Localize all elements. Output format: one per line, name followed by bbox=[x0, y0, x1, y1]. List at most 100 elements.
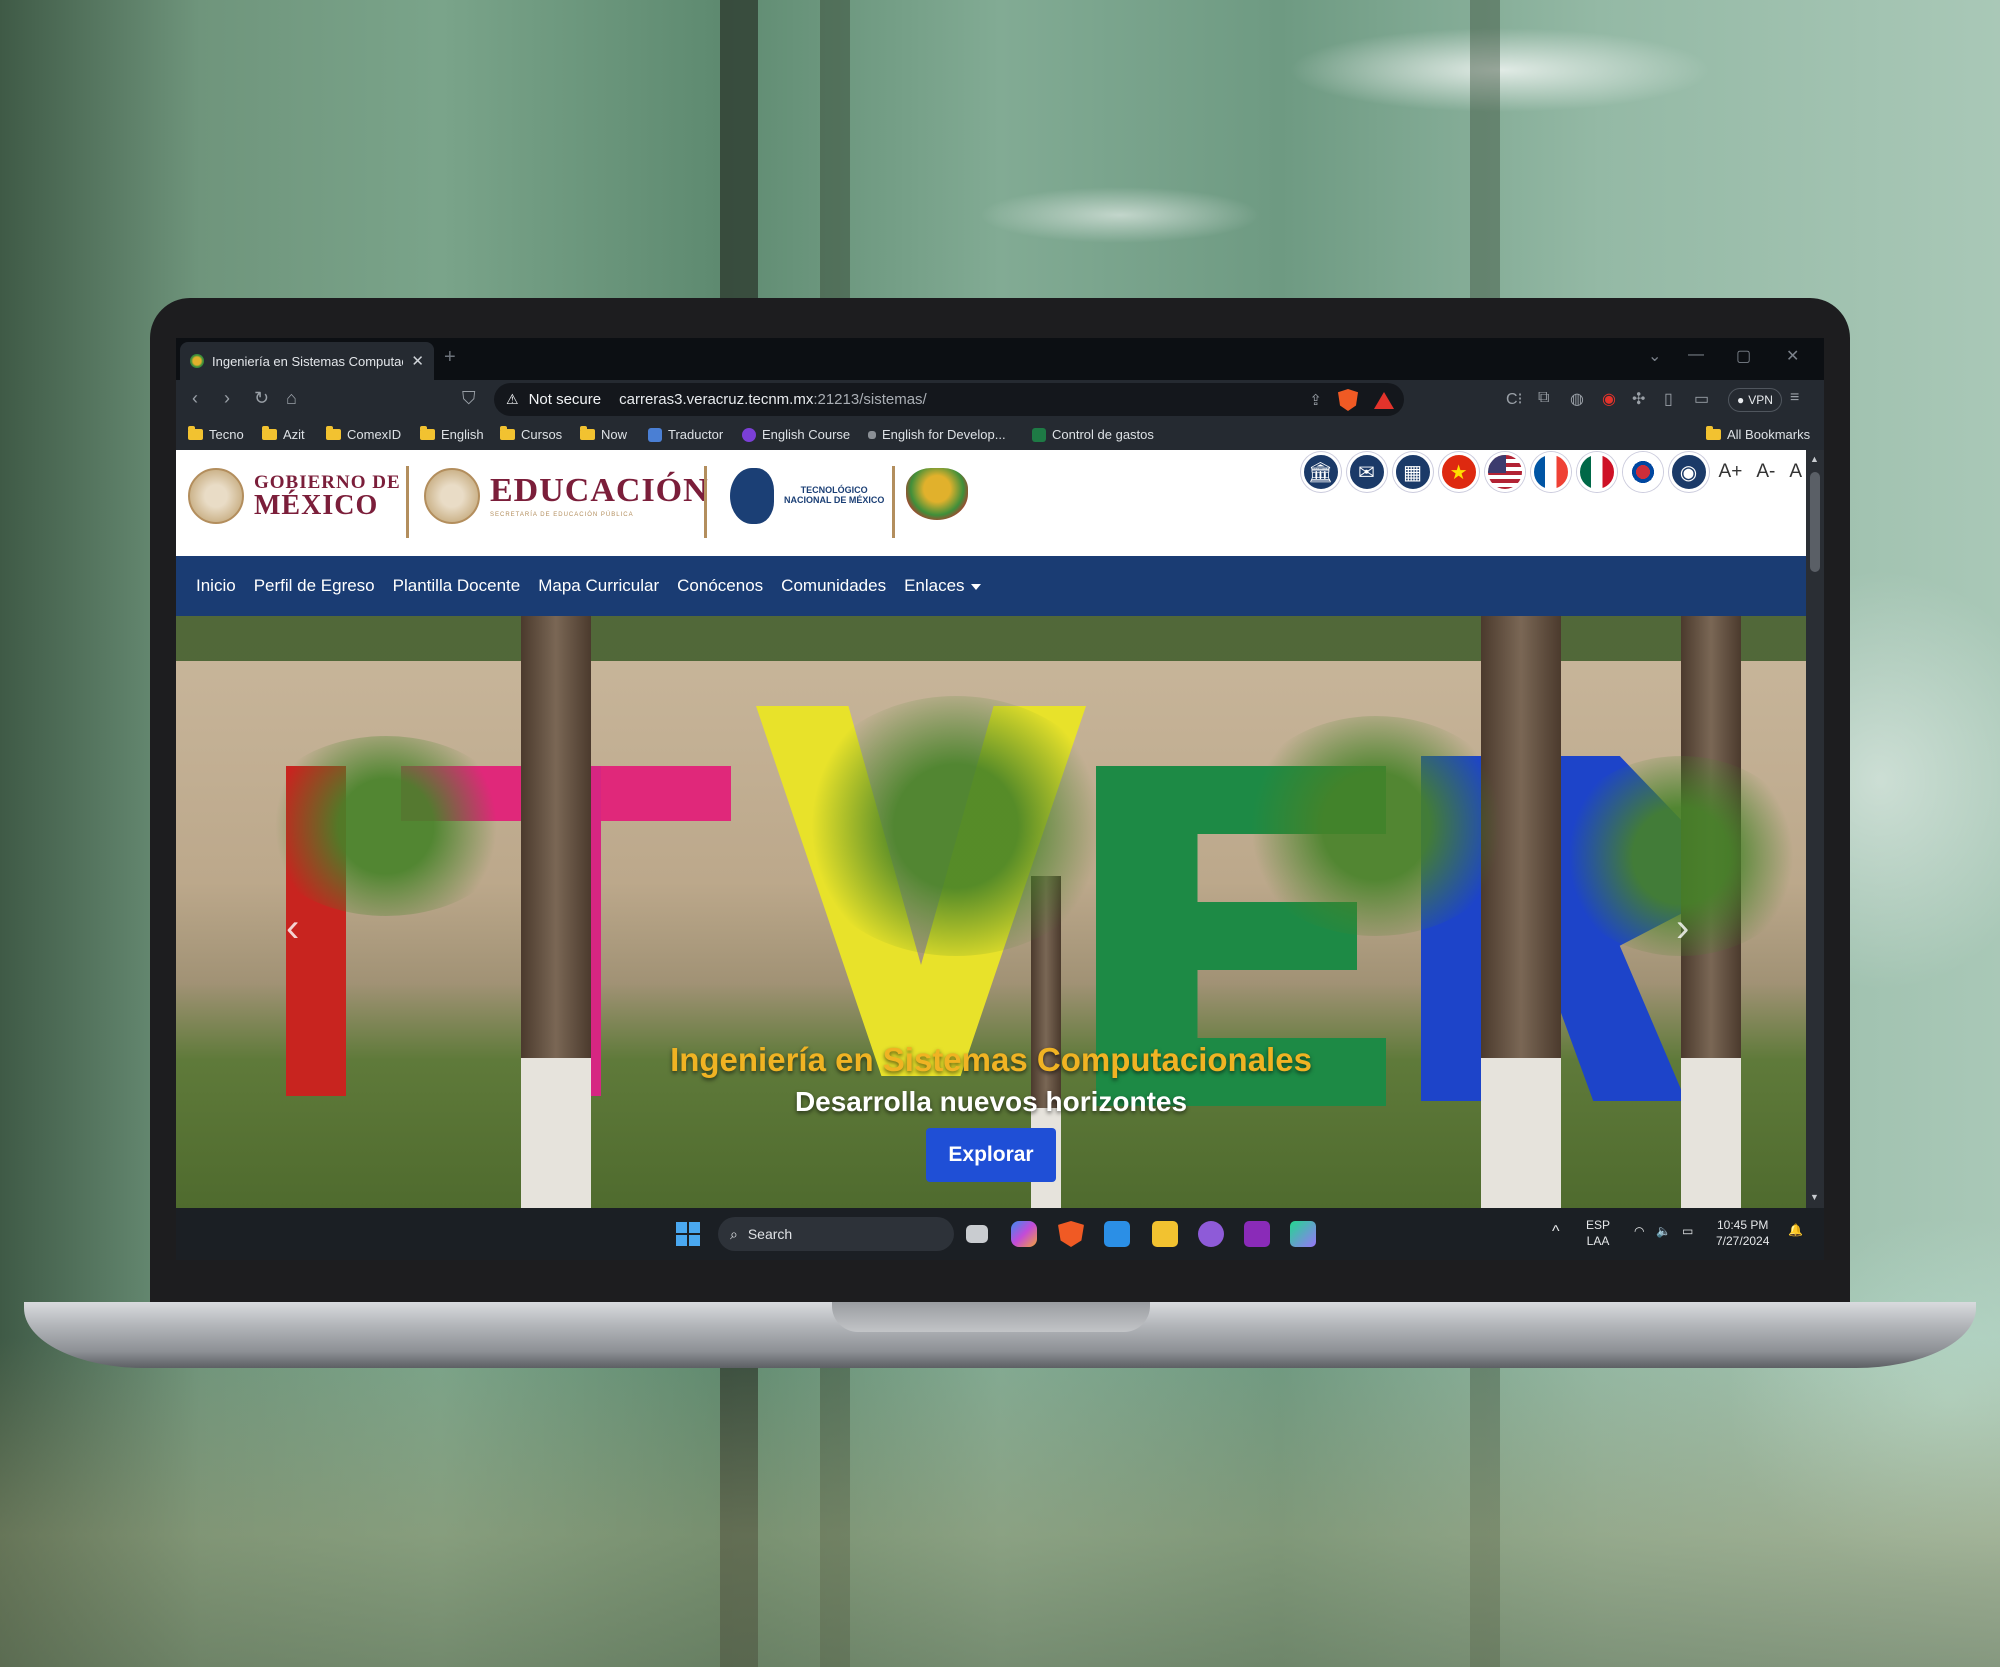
minimize-icon[interactable]: — bbox=[1688, 346, 1704, 364]
educacion-logo[interactable]: EDUCACIÓN SECRETARÍA DE EDUCACIÓN PÚBLIC… bbox=[424, 468, 709, 524]
record-extension-icon[interactable]: ◉ bbox=[1602, 389, 1616, 409]
bookmark-item[interactable]: English bbox=[420, 426, 484, 442]
extension-icon[interactable]: C⁝ bbox=[1506, 389, 1523, 409]
bookmark-item[interactable]: English Course bbox=[742, 427, 850, 442]
educacion-title: EDUCACIÓN bbox=[490, 472, 709, 509]
new-tab-icon[interactable]: + bbox=[444, 346, 456, 369]
notification-bell-icon[interactable]: 🔔 bbox=[1788, 1223, 1803, 1239]
wallet-icon[interactable]: ▭ bbox=[1694, 389, 1709, 409]
close-tab-icon[interactable]: ✕ bbox=[411, 352, 424, 370]
scrollbar-thumb[interactable] bbox=[1810, 472, 1820, 572]
maximize-icon[interactable]: ▢ bbox=[1736, 346, 1751, 366]
hero-title: Ingeniería en Sistemas Computacionales bbox=[670, 1041, 1312, 1078]
battery-icon[interactable]: ▭ bbox=[1682, 1224, 1693, 1240]
back-icon[interactable]: ‹ bbox=[192, 388, 198, 409]
laptop-notch bbox=[832, 1302, 1150, 1332]
clock[interactable]: 10:45 PM 7/27/2024 bbox=[1716, 1218, 1769, 1249]
brave-rewards-icon[interactable] bbox=[1374, 391, 1394, 409]
page-scrollbar[interactable]: ▲ ▼ bbox=[1806, 450, 1824, 1208]
accessibility-eye-icon[interactable]: ◉ bbox=[1668, 452, 1709, 492]
all-bookmarks[interactable]: All Bookmarks bbox=[1706, 426, 1810, 442]
bookmark-label: Traductor bbox=[668, 427, 724, 442]
mail-icon[interactable]: ✉ bbox=[1346, 452, 1387, 492]
wifi-icon[interactable]: ◠ bbox=[1634, 1224, 1644, 1240]
korea-flag-icon[interactable] bbox=[1622, 452, 1663, 492]
france-flag-icon[interactable] bbox=[1530, 452, 1571, 492]
bookmark-item[interactable]: Now bbox=[580, 426, 627, 442]
scroll-up-icon[interactable]: ▲ bbox=[1810, 454, 1819, 464]
bookmark-item[interactable]: ComexID bbox=[326, 426, 401, 442]
educacion-subtitle: SECRETARÍA DE EDUCACIÓN PÚBLICA bbox=[490, 512, 634, 518]
brave-shields-icon[interactable] bbox=[1338, 389, 1358, 411]
gobierno-text: GOBIERNO DE MÉXICO bbox=[254, 473, 401, 520]
font-decrease-button[interactable]: A- bbox=[1752, 461, 1779, 483]
scroll-down-icon[interactable]: ▼ bbox=[1810, 1192, 1819, 1202]
sidebar-icon[interactable]: ▯ bbox=[1664, 389, 1673, 409]
folder-icon bbox=[420, 426, 435, 440]
explorar-button[interactable]: Explorar bbox=[926, 1128, 1056, 1182]
translate-extension-icon[interactable]: ⧉ bbox=[1538, 389, 1549, 407]
folder-icon bbox=[188, 426, 203, 440]
font-reset-button[interactable]: A bbox=[1785, 461, 1806, 483]
itver-logo[interactable] bbox=[906, 468, 968, 520]
eagle-seal-icon bbox=[188, 468, 244, 524]
china-flag-icon[interactable]: ★ bbox=[1438, 452, 1479, 492]
bookmark-icon[interactable]: ⛉ bbox=[462, 388, 476, 409]
home-icon[interactable]: ⌂ bbox=[286, 388, 297, 409]
vpn-button[interactable]: ● VPN bbox=[1728, 388, 1782, 412]
share-icon[interactable]: ⇪ bbox=[1309, 391, 1322, 409]
tray-chevron-icon[interactable]: ^ bbox=[1552, 1222, 1560, 1243]
usa-flag-icon[interactable] bbox=[1484, 452, 1525, 492]
input-language[interactable]: ESP LAA bbox=[1586, 1218, 1610, 1249]
warning-icon: ⚠ bbox=[506, 391, 519, 407]
mexico-flag-icon[interactable] bbox=[1576, 452, 1617, 492]
bookmark-item[interactable]: Cursos bbox=[500, 426, 562, 442]
nav-item-comunidades[interactable]: Comunidades bbox=[781, 576, 886, 596]
taskbar-search[interactable]: ⌕ Search bbox=[718, 1217, 954, 1251]
datagrip-icon[interactable] bbox=[1290, 1221, 1316, 1247]
bookmark-label: Azit bbox=[283, 427, 305, 442]
carousel-prev-icon[interactable]: ‹ bbox=[286, 906, 299, 951]
url-text: carreras3.veracruz.tecnm.mx:21213/sistem… bbox=[619, 391, 927, 408]
forward-icon[interactable]: › bbox=[224, 388, 230, 409]
onenote-icon[interactable] bbox=[1244, 1221, 1270, 1247]
bookmark-item[interactable]: Tecno bbox=[188, 426, 244, 442]
copilot-icon[interactable] bbox=[1011, 1221, 1037, 1247]
file-explorer-icon[interactable] bbox=[1152, 1221, 1178, 1247]
reload-icon[interactable]: ↻ bbox=[254, 388, 269, 409]
github-icon[interactable] bbox=[1198, 1221, 1224, 1247]
vpn-label: VPN bbox=[1748, 393, 1773, 407]
extension-icon[interactable]: ◍ bbox=[1570, 389, 1584, 409]
hero-carousel: ‹ › Ingeniería en Sistemas Computacional… bbox=[176, 616, 1806, 1208]
nav-item-inicio[interactable]: Inicio bbox=[196, 576, 236, 596]
font-increase-button[interactable]: A+ bbox=[1715, 461, 1747, 483]
tecnm-logo[interactable]: TECNOLÓGICO NACIONAL DE MÉXICO bbox=[730, 468, 884, 524]
browser-tab[interactable]: Ingeniería en Sistemas Computacionales ✕ bbox=[180, 342, 434, 380]
carousel-next-icon[interactable]: › bbox=[1676, 906, 1689, 951]
nav-item-enlaces-dropdown[interactable]: Enlaces bbox=[904, 576, 981, 596]
volume-icon[interactable]: 🔈 bbox=[1656, 1224, 1671, 1240]
windows-start-icon[interactable] bbox=[676, 1222, 700, 1246]
bookmark-item[interactable]: Traductor bbox=[648, 427, 723, 442]
main-nav: Inicio Perfil de Egreso Plantilla Docent… bbox=[176, 556, 1806, 616]
close-window-icon[interactable]: ✕ bbox=[1786, 346, 1799, 366]
nav-item-mapa-curricular[interactable]: Mapa Curricular bbox=[538, 576, 659, 596]
vscode-icon[interactable] bbox=[1104, 1221, 1130, 1247]
gobierno-logo[interactable]: GOBIERNO DE MÉXICO bbox=[188, 468, 401, 524]
bookmark-item[interactable]: Azit bbox=[262, 426, 305, 442]
task-view-icon[interactable] bbox=[966, 1225, 988, 1243]
calendar-icon[interactable]: ▦ bbox=[1392, 452, 1433, 492]
nav-item-perfil-egreso[interactable]: Perfil de Egreso bbox=[254, 576, 375, 596]
bookmark-label: Tecno bbox=[209, 427, 244, 442]
puzzle-icon[interactable]: ✣ bbox=[1632, 389, 1645, 409]
bookmark-item[interactable]: English for Develop... bbox=[868, 427, 1006, 442]
menu-icon[interactable]: ≡ bbox=[1790, 389, 1799, 407]
nav-item-plantilla-docente[interactable]: Plantilla Docente bbox=[393, 576, 521, 596]
brave-browser-icon[interactable] bbox=[1058, 1221, 1084, 1247]
tab-search-chevron-icon[interactable]: ⌄ bbox=[1648, 346, 1661, 366]
favicon-icon bbox=[190, 354, 204, 368]
institution-icon[interactable]: 🏛 bbox=[1300, 452, 1341, 492]
nav-item-conocenos[interactable]: Conócenos bbox=[677, 576, 763, 596]
address-bar[interactable]: ⚠ Not secure carreras3.veracruz.tecnm.mx… bbox=[494, 383, 1404, 416]
bookmark-item[interactable]: Control de gastos bbox=[1032, 427, 1154, 442]
